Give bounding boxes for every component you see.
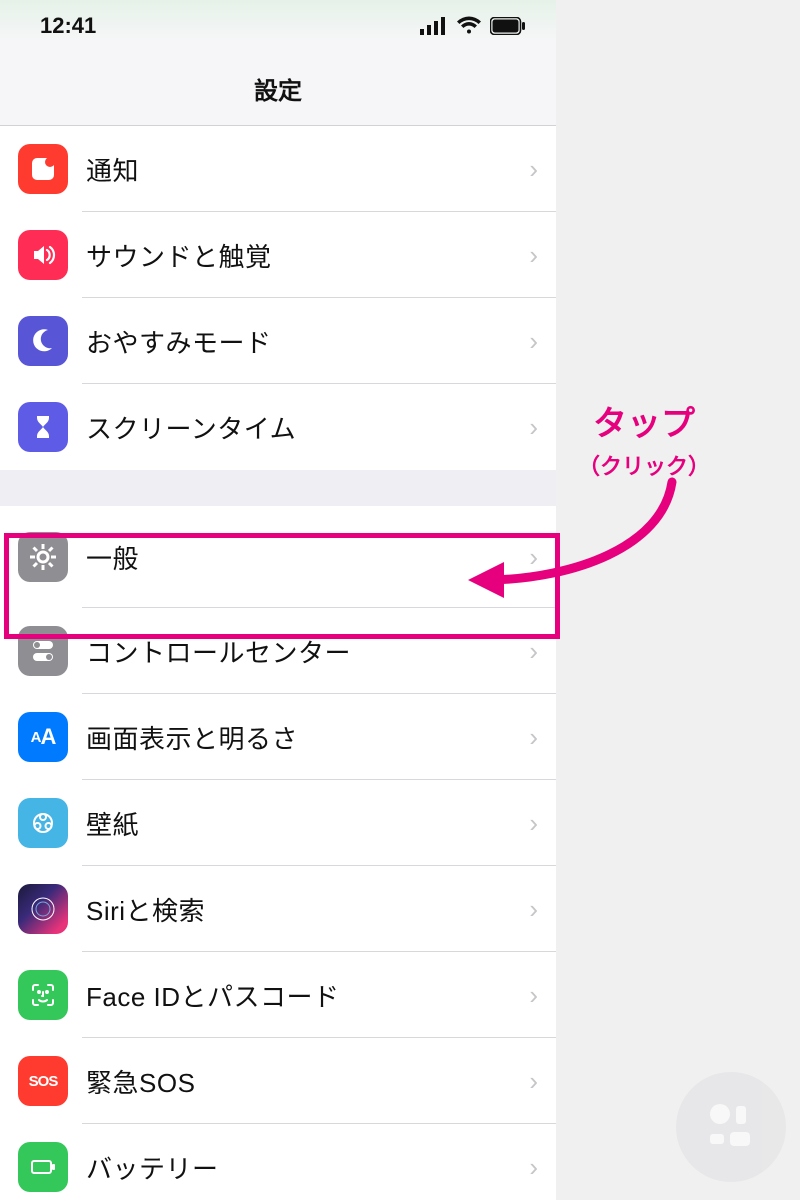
text-size-icon: AA: [18, 712, 68, 762]
hourglass-icon: [18, 402, 68, 452]
gear-icon: [18, 532, 68, 582]
moon-icon: [18, 316, 68, 366]
page-title: 設定: [254, 71, 302, 106]
annotation-main: タップ: [593, 405, 695, 443]
chevron-right-icon: ›: [529, 894, 538, 925]
row-label: 壁紙: [86, 805, 529, 842]
chevron-right-icon: ›: [529, 636, 538, 667]
battery-icon: [18, 1142, 68, 1192]
chevron-right-icon: ›: [529, 808, 538, 839]
chevron-right-icon: ›: [529, 1152, 538, 1183]
wifi-icon: [456, 16, 482, 36]
row-label: Face IDとパスコード: [86, 977, 529, 1014]
chevron-right-icon: ›: [529, 326, 538, 357]
row-label: 通知: [86, 151, 529, 188]
row-sounds[interactable]: サウンドと触覚 ›: [0, 212, 556, 298]
row-sos[interactable]: SOS 緊急SOS ›: [0, 1038, 556, 1124]
siri-icon: [18, 884, 68, 934]
row-siri[interactable]: Siriと検索 ›: [0, 866, 556, 952]
row-wallpaper[interactable]: 壁紙 ›: [0, 780, 556, 866]
battery-icon: [490, 17, 526, 35]
chevron-right-icon: ›: [529, 722, 538, 753]
chevron-right-icon: ›: [529, 980, 538, 1011]
status-icons: [420, 16, 526, 36]
row-label: 緊急SOS: [86, 1063, 529, 1100]
row-label: 画面表示と明るさ: [86, 719, 529, 756]
face-id-icon: [18, 970, 68, 1020]
chevron-right-icon: ›: [529, 1066, 538, 1097]
status-time: 12:41: [40, 13, 96, 39]
row-dnd[interactable]: おやすみモード ›: [0, 298, 556, 384]
row-label: バッテリー: [86, 1149, 529, 1186]
row-label: コントロールセンター: [86, 633, 529, 670]
switches-icon: [18, 626, 68, 676]
chevron-right-icon: ›: [529, 412, 538, 443]
row-display[interactable]: AA 画面表示と明るさ ›: [0, 694, 556, 780]
chevron-right-icon: ›: [529, 154, 538, 185]
row-label: サウンドと触覚: [86, 237, 529, 274]
notification-icon: [18, 144, 68, 194]
chevron-right-icon: ›: [529, 240, 538, 271]
status-bar: 12:41: [0, 0, 556, 52]
row-controlcenter[interactable]: コントロールセンター ›: [0, 608, 556, 694]
watermark: [676, 1072, 786, 1182]
row-screentime[interactable]: スクリーンタイム ›: [0, 384, 556, 470]
wallpaper-icon: [18, 798, 68, 848]
row-battery[interactable]: バッテリー ›: [0, 1124, 556, 1200]
row-faceid[interactable]: Face IDとパスコード ›: [0, 952, 556, 1038]
sound-icon: [18, 230, 68, 280]
annotation-arrow: [462, 468, 712, 608]
cellular-icon: [420, 17, 448, 35]
settings-group-2: 一般 › コントロールセンター › AA 画面表示と明るさ › 壁紙 ›: [0, 506, 556, 1200]
row-label: Siriと検索: [86, 891, 529, 928]
settings-group-1: 通知 › サウンドと触覚 › おやすみモード › スクリーンタイム ›: [0, 126, 556, 470]
row-notifications[interactable]: 通知 ›: [0, 126, 556, 212]
row-label: スクリーンタイム: [86, 409, 529, 446]
page-title-bar: 設定: [0, 52, 556, 126]
row-label: おやすみモード: [86, 323, 529, 360]
sos-icon: SOS: [18, 1056, 68, 1106]
